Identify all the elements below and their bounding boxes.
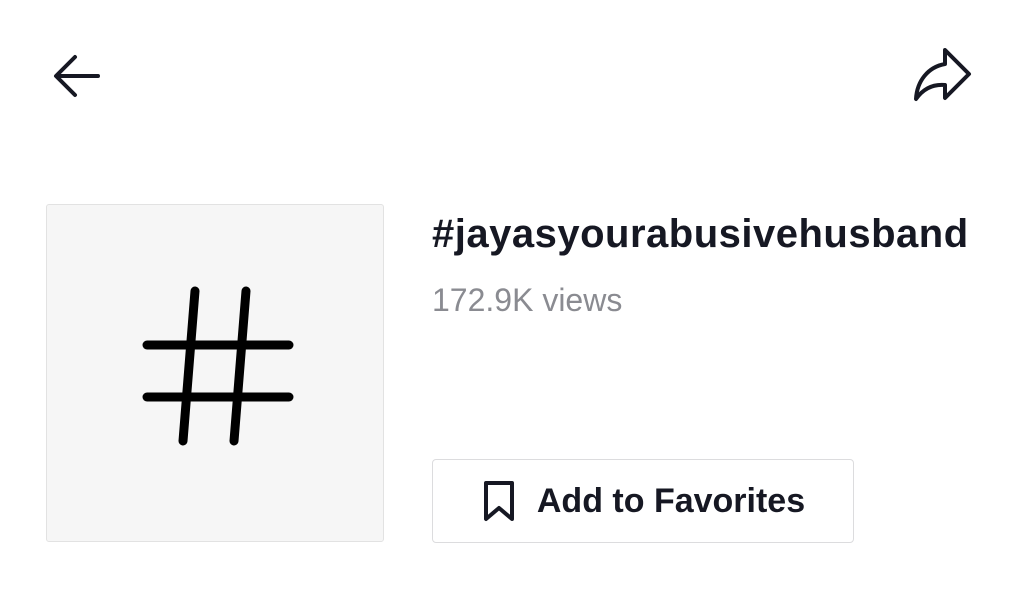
hashtag-title: #jayasyourabusivehusband [432, 212, 969, 256]
hashtag-info: #jayasyourabusivehusband 172.9K views [432, 208, 982, 318]
hashtag-page: #jayasyourabusivehusband 172.9K views Ad… [0, 0, 1023, 608]
add-to-favorites-label: Add to Favorites [536, 481, 806, 520]
share-button[interactable] [910, 41, 974, 105]
view-count: 172.9K views [432, 282, 623, 318]
hashtag-thumbnail [46, 204, 384, 542]
bookmark-icon [483, 481, 514, 521]
share-arrow-icon [914, 48, 971, 101]
add-to-favorites-button[interactable]: Add to Favorites [432, 459, 854, 543]
arrow-left-icon [54, 55, 100, 97]
back-button[interactable] [44, 41, 108, 105]
hashtag-icon [142, 286, 294, 446]
